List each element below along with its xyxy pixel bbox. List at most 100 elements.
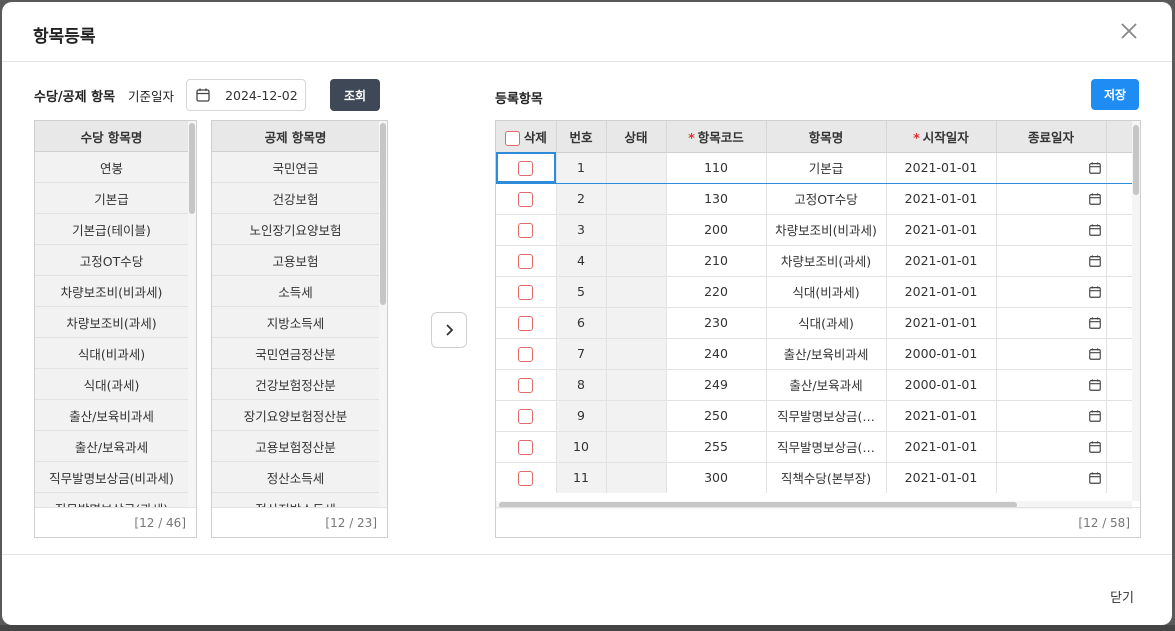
- close-button[interactable]: 닫기: [1110, 587, 1134, 606]
- select-all-header[interactable]: 삭제: [496, 121, 557, 153]
- row-start-date[interactable]: 2021-01-01: [886, 431, 997, 463]
- row-end-date[interactable]: [996, 462, 1107, 493]
- list-item[interactable]: 노인장기요양보험: [212, 214, 379, 245]
- row-delete-cell[interactable]: [496, 369, 557, 401]
- list-item[interactable]: 정산소득세: [212, 462, 379, 493]
- list-item[interactable]: 지방소득세: [212, 307, 379, 338]
- row-delete-cell[interactable]: [496, 245, 557, 277]
- table-row[interactable]: 10 255 직무발명보상금(… 2021-01-01: [496, 431, 1132, 463]
- row-code[interactable]: 220: [666, 276, 767, 308]
- row-name[interactable]: 고정OT수당: [766, 183, 887, 215]
- grid-vertical-scrollbar[interactable]: [1132, 121, 1140, 501]
- row-end-date[interactable]: [996, 214, 1107, 246]
- row-delete-cell[interactable]: [496, 214, 557, 246]
- row-checkbox[interactable]: [518, 284, 534, 300]
- list-item[interactable]: 국민연금: [212, 152, 379, 183]
- col-name[interactable]: 항목명: [766, 121, 887, 153]
- row-start-date[interactable]: 2021-01-01: [886, 151, 997, 184]
- calendar-icon[interactable]: [1088, 254, 1102, 268]
- row-checkbox[interactable]: [518, 439, 534, 455]
- list-item[interactable]: 차량보조비(과세): [35, 307, 188, 338]
- list-item[interactable]: 연봉: [35, 152, 188, 183]
- row-start-date[interactable]: 2021-01-01: [886, 214, 997, 246]
- row-code[interactable]: 210: [666, 245, 767, 277]
- table-row[interactable]: 3 200 차량보조비(비과세) 2021-01-01: [496, 214, 1132, 246]
- row-name[interactable]: 식대(비과세): [766, 276, 887, 308]
- row-end-date[interactable]: [996, 338, 1107, 370]
- col-code[interactable]: * 항목코드: [666, 121, 767, 153]
- row-code[interactable]: 255: [666, 431, 767, 463]
- list-item[interactable]: 차량보조비(비과세): [35, 276, 188, 307]
- row-delete-cell[interactable]: [496, 183, 557, 215]
- row-code[interactable]: 230: [666, 307, 767, 339]
- row-start-date[interactable]: 2021-01-01: [886, 276, 997, 308]
- list-item[interactable]: 건강보험: [212, 183, 379, 214]
- row-name[interactable]: 차량보조비(비과세): [766, 214, 887, 246]
- row-delete-cell[interactable]: [496, 338, 557, 370]
- table-row[interactable]: 6 230 식대(과세) 2021-01-01: [496, 307, 1132, 339]
- search-button[interactable]: 조회: [330, 79, 381, 111]
- calendar-icon[interactable]: [1088, 440, 1102, 454]
- row-delete-cell[interactable]: [496, 462, 557, 493]
- row-start-date[interactable]: 2021-01-01: [886, 400, 997, 432]
- scrollbar-thumb[interactable]: [1133, 125, 1139, 195]
- allowance-list-scrollbar[interactable]: [188, 121, 196, 507]
- scrollbar-thumb[interactable]: [380, 123, 386, 305]
- row-start-date[interactable]: 2000-01-01: [886, 338, 997, 370]
- row-checkbox[interactable]: [518, 222, 534, 238]
- row-end-date[interactable]: [996, 431, 1107, 463]
- row-code[interactable]: 249: [666, 369, 767, 401]
- row-start-date[interactable]: 2021-01-01: [886, 183, 997, 215]
- row-name[interactable]: 직무발명보상금(…: [766, 400, 887, 432]
- list-item[interactable]: 장기요양보험정산분: [212, 400, 379, 431]
- row-code[interactable]: 240: [666, 338, 767, 370]
- row-delete-cell[interactable]: [496, 276, 557, 308]
- calendar-icon[interactable]: [1088, 378, 1102, 392]
- list-item[interactable]: 건강보험정산분: [212, 369, 379, 400]
- calendar-icon[interactable]: [1088, 192, 1102, 206]
- row-name[interactable]: 출산/보육비과세: [766, 338, 887, 370]
- col-no[interactable]: 번호: [556, 121, 607, 153]
- col-status[interactable]: 상태: [606, 121, 667, 153]
- list-item[interactable]: 기본급: [35, 183, 188, 214]
- row-checkbox[interactable]: [518, 408, 534, 424]
- col-start[interactable]: * 시작일자: [886, 121, 997, 153]
- list-item[interactable]: 고용보험정산분: [212, 431, 379, 462]
- table-row[interactable]: 9 250 직무발명보상금(… 2021-01-01: [496, 400, 1132, 432]
- list-item[interactable]: 소득세: [212, 276, 379, 307]
- row-end-date[interactable]: [996, 276, 1107, 308]
- table-row[interactable]: 5 220 식대(비과세) 2021-01-01: [496, 276, 1132, 308]
- calendar-icon[interactable]: [1088, 409, 1102, 423]
- row-name[interactable]: 차량보조비(과세): [766, 245, 887, 277]
- row-name[interactable]: 직무발명보상금(…: [766, 431, 887, 463]
- row-name[interactable]: 기본급: [766, 151, 887, 184]
- row-delete-cell[interactable]: [496, 431, 557, 463]
- table-row[interactable]: 8 249 출산/보육과세 2000-01-01: [496, 369, 1132, 401]
- calendar-icon[interactable]: [1088, 161, 1102, 175]
- table-row[interactable]: 4 210 차량보조비(과세) 2021-01-01: [496, 245, 1132, 277]
- row-code[interactable]: 130: [666, 183, 767, 215]
- list-item[interactable]: 고정OT수당: [35, 245, 188, 276]
- save-button[interactable]: 저장: [1091, 79, 1139, 110]
- scrollbar-thumb[interactable]: [189, 123, 195, 214]
- list-item[interactable]: 기본급(테이블): [35, 214, 188, 245]
- move-right-button[interactable]: [431, 312, 467, 348]
- row-end-date[interactable]: [996, 307, 1107, 339]
- select-all-checkbox[interactable]: [504, 130, 520, 146]
- table-row[interactable]: 2 130 고정OT수당 2021-01-01: [496, 183, 1132, 215]
- row-start-date[interactable]: 2021-01-01: [886, 307, 997, 339]
- row-delete-cell[interactable]: [496, 400, 557, 432]
- row-checkbox[interactable]: [518, 315, 534, 331]
- row-start-date[interactable]: 2021-01-01: [886, 462, 997, 493]
- row-name[interactable]: 출산/보육과세: [766, 369, 887, 401]
- list-item[interactable]: 정산지방소득세: [212, 493, 379, 507]
- row-code[interactable]: 250: [666, 400, 767, 432]
- row-name[interactable]: 식대(과세): [766, 307, 887, 339]
- row-delete-cell[interactable]: [496, 151, 557, 184]
- calendar-icon[interactable]: [1088, 223, 1102, 237]
- row-code[interactable]: 110: [666, 151, 767, 184]
- close-icon[interactable]: [1118, 20, 1140, 42]
- table-row[interactable]: 7 240 출산/보육비과세 2000-01-01: [496, 338, 1132, 370]
- list-item[interactable]: 출산/보육비과세: [35, 400, 188, 431]
- list-item[interactable]: 직무발명보상금(비과세): [35, 462, 188, 493]
